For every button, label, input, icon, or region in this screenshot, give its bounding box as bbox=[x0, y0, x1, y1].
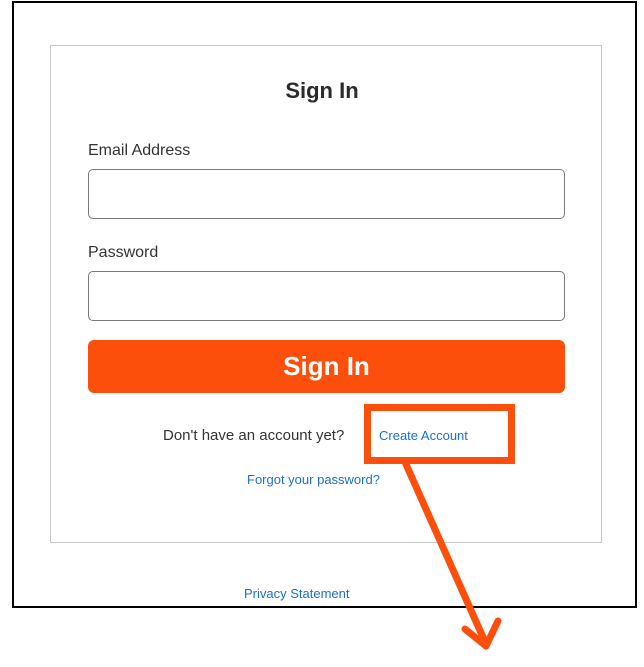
email-field[interactable] bbox=[88, 169, 565, 219]
sign-in-button[interactable]: Sign In bbox=[88, 340, 565, 393]
forgot-password-link[interactable]: Forgot your password? bbox=[247, 472, 380, 487]
password-field[interactable] bbox=[88, 271, 565, 321]
email-label: Email Address bbox=[88, 142, 191, 159]
annotation-highlight-box bbox=[364, 404, 515, 464]
privacy-statement-link[interactable]: Privacy Statement bbox=[244, 586, 350, 601]
password-label: Password bbox=[88, 244, 159, 261]
create-account-row: Don't have an account yet? Create Accoun… bbox=[0, 427, 644, 447]
page-title: Sign In bbox=[285, 78, 359, 103]
no-account-text: Don't have an account yet? bbox=[163, 427, 345, 444]
